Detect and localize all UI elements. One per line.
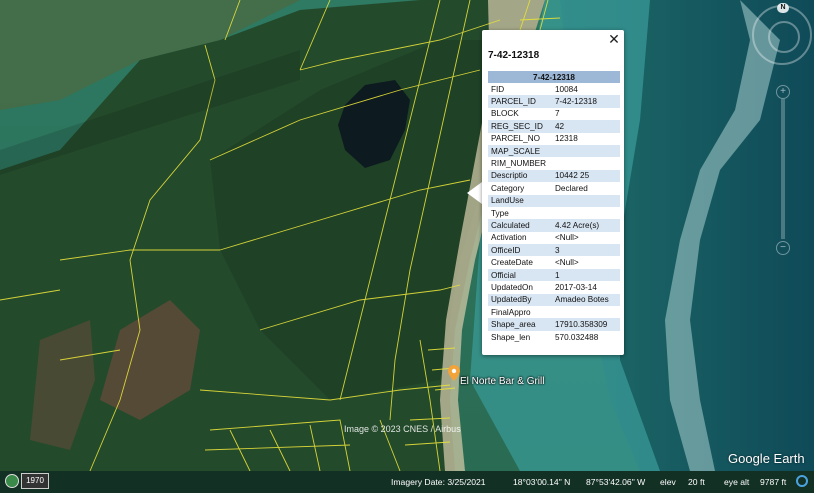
google-earth-logo: Google Earth [728, 451, 805, 466]
attribute-key: Calculated [488, 219, 552, 232]
attribute-key: Category [491, 183, 525, 193]
attribute-key: LandUse [488, 194, 552, 207]
attribute-key: Shape_area [488, 318, 552, 331]
table-row: PARCEL_ID 7-42-12318 [488, 95, 620, 108]
table-row: FinalAppro [488, 306, 620, 318]
attribute-key: Official [488, 268, 552, 282]
attribute-value [552, 144, 620, 158]
attribute-key: Type [491, 208, 509, 218]
attribute-key: Descriptio [488, 169, 552, 183]
eye-alt-value: 9787 ft [760, 477, 787, 487]
attribute-value: Amadeo Botes [552, 293, 620, 307]
place-label[interactable]: El Norte Bar & Grill [460, 376, 544, 387]
table-row: Descriptio 10442 25 [488, 169, 620, 183]
zoom-in-icon[interactable]: + [776, 85, 790, 99]
table-row: Shape_len 570.032488 [488, 331, 620, 343]
attribute-table-header: 7-42-12318 [488, 71, 620, 83]
table-row: BLOCK 7 [488, 108, 620, 120]
attribute-key: CreateDate [491, 258, 533, 268]
popup-pointer [467, 182, 482, 204]
elevation-value: 20 ft [688, 477, 705, 487]
attribute-value: 570.032488 [555, 332, 599, 342]
attribute-value: 17910.358309 [552, 318, 620, 331]
zoom-track[interactable] [781, 99, 785, 239]
close-icon[interactable]: ✕ [606, 32, 622, 48]
attribute-value [552, 194, 620, 207]
table-row: Calculated 4.42 Acre(s) [488, 219, 620, 232]
attribute-value: <Null> [555, 233, 579, 243]
table-row: RIM_NUMBER [488, 157, 620, 169]
attribute-value: <Null> [555, 258, 579, 268]
table-row: Activation <Null> [488, 232, 620, 244]
longitude-readout: 87°53'42.06" W [586, 477, 646, 487]
table-row: Type [488, 207, 620, 219]
zoom-slider[interactable]: + − [776, 85, 790, 255]
attribute-value [552, 157, 620, 169]
attribute-key: BLOCK [491, 109, 519, 119]
attribute-value: 10084 [555, 84, 578, 94]
attribute-key: MAP_SCALE [488, 144, 552, 158]
historical-year[interactable]: 1970 [21, 473, 49, 489]
attribute-value: 1 [552, 268, 620, 282]
status-bar: 1970 Imagery Date: 3/25/2021 18°03'00.14… [0, 471, 814, 493]
table-row: LandUse [488, 194, 620, 207]
imagery-date: Imagery Date: 3/25/2021 [391, 477, 486, 487]
attribute-key: FinalAppro [491, 307, 531, 317]
table-row: MAP_SCALE [488, 144, 620, 158]
attribute-value [552, 306, 620, 318]
attribute-key: FID [491, 84, 505, 94]
historical-imagery-icon[interactable] [5, 474, 19, 488]
imagery-attribution: Image © 2023 CNES / Airbus [344, 424, 461, 434]
attribute-table: 7-42-12318 FID 10084 PARCEL_ID 7-42-12318 … [488, 71, 620, 343]
attribute-value: Declared [555, 183, 588, 193]
attribute-value: 4.42 Acre(s) [552, 219, 620, 232]
navigation-compass[interactable] [752, 5, 812, 65]
latitude-readout: 18°03'00.14" N [513, 477, 571, 487]
attribute-value: 2017-03-14 [555, 282, 597, 292]
north-indicator[interactable]: N [777, 3, 789, 13]
look-joystick[interactable] [768, 21, 800, 53]
attribute-value: 12318 [555, 134, 578, 144]
globe-status-icon [796, 475, 808, 487]
table-row: UpdatedOn 2017-03-14 [488, 281, 620, 293]
parcel-info-popup: ✕ 7-42-12318 7-42-12318 FID 10084 PARCEL_… [482, 30, 624, 355]
map-pin-icon[interactable] [448, 365, 460, 381]
table-row: Official 1 [488, 268, 620, 282]
popup-title: 7-42-12318 [488, 50, 540, 61]
attribute-key: PARCEL_ID [488, 95, 552, 108]
attribute-value [552, 207, 620, 219]
elevation-label: elev [660, 477, 676, 487]
table-row: PARCEL_NO 12318 [488, 133, 620, 145]
zoom-out-icon[interactable]: − [776, 241, 790, 255]
attribute-key: UpdatedBy [488, 293, 552, 307]
attribute-value: 7 [555, 109, 560, 119]
table-row: Category Declared [488, 182, 620, 194]
table-row: Shape_area 17910.358309 [488, 318, 620, 331]
attribute-value: 7-42-12318 [552, 95, 620, 108]
attribute-key: OfficeID [488, 244, 552, 257]
attribute-key: UpdatedOn [491, 282, 533, 292]
attribute-value: 10442 25 [552, 169, 620, 183]
attribute-key: Shape_len [491, 332, 531, 342]
table-row: UpdatedBy Amadeo Botes [488, 293, 620, 307]
attribute-value: 3 [552, 244, 620, 257]
attribute-value: 42 [552, 120, 620, 133]
table-row: OfficeID 3 [488, 244, 620, 257]
attribute-key: RIM_NUMBER [491, 159, 547, 169]
attribute-key: Activation [491, 233, 527, 243]
satellite-map[interactable] [0, 0, 814, 493]
attribute-key: PARCEL_NO [491, 134, 540, 144]
table-row: CreateDate <Null> [488, 256, 620, 268]
attribute-key: REG_SEC_ID [488, 120, 552, 133]
eye-alt-label: eye alt [724, 477, 750, 487]
table-row: REG_SEC_ID 42 [488, 120, 620, 133]
table-row: FID 10084 [488, 83, 620, 95]
